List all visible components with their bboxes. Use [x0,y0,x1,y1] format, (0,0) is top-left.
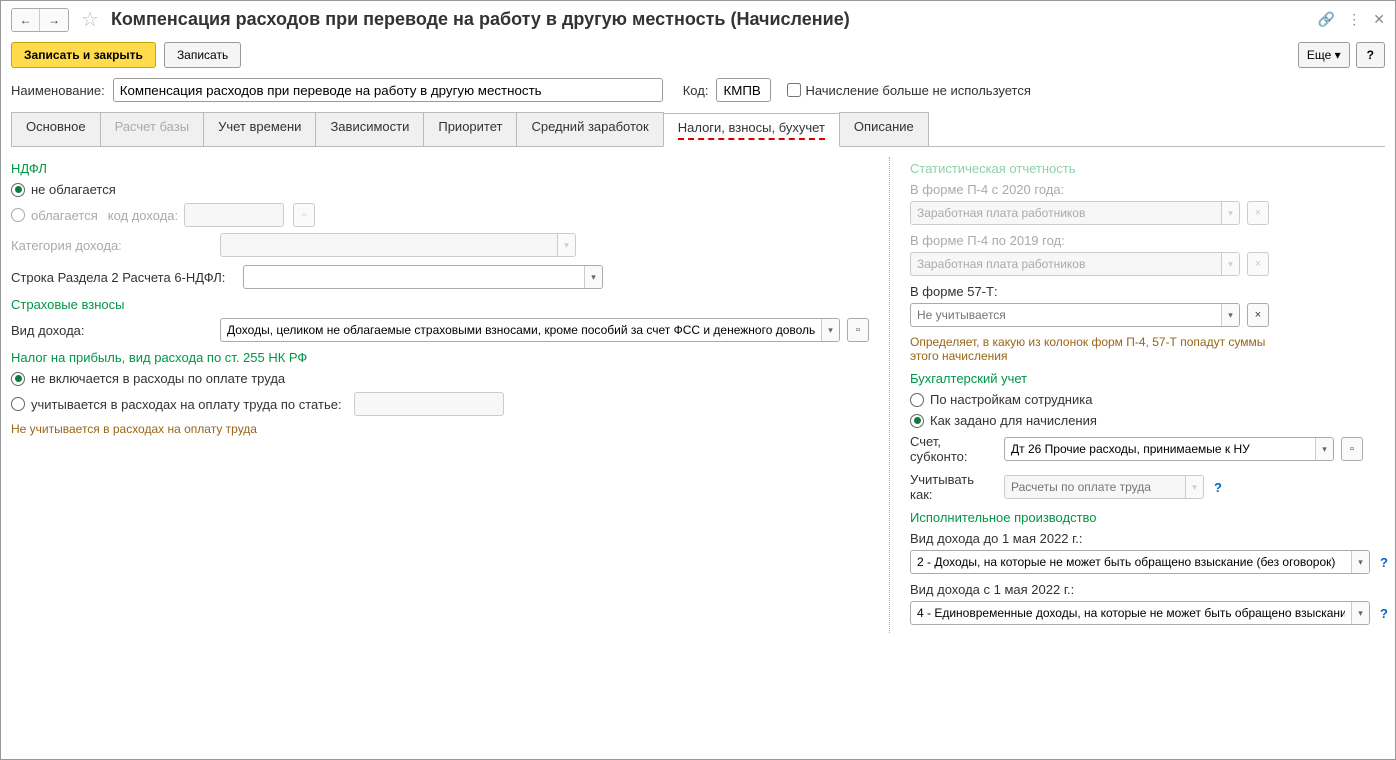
name-input[interactable] [113,78,663,102]
tab-main[interactable]: Основное [11,112,101,146]
row6-dropdown[interactable]: ▾ [584,266,602,288]
code-input[interactable] [716,78,771,102]
arrow-left-icon: ← [20,13,32,27]
tabs-bar: Основное Расчет базы Учет времени Зависи… [11,112,1385,147]
p4-2019-clear: × [1247,252,1269,276]
tab-description[interactable]: Описание [839,112,929,146]
account-label: Счет, субконто: [910,434,1000,464]
more-button[interactable]: Еще ▾ [1298,42,1350,68]
p4-2020-clear: × [1247,201,1269,225]
income-code-open: ▫ [293,203,315,227]
ndfl-taxed-radio[interactable] [11,208,25,222]
acc-by-accrual-radio[interactable] [910,414,924,428]
p4-2019-dropdown: ▾ [1221,253,1239,275]
tab-taxes[interactable]: Налоги, взносы, бухучет [663,113,840,147]
income-after-label: Вид дохода с 1 мая 2022 г.: [910,582,1388,597]
p4-2020-input [911,202,1221,224]
account-dropdown[interactable]: ▾ [1315,438,1333,460]
accounting-section-title: Бухгалтерский учет [910,371,1388,386]
p4-2019-input [911,253,1221,275]
ndfl-not-taxed-label: не облагается [31,182,116,197]
form57-input[interactable] [911,304,1221,326]
nav-back-button[interactable]: ← [12,9,40,31]
stats-section-title: Статистическая отчетность [910,161,1388,176]
profit-included-radio[interactable] [11,397,25,411]
link-icon[interactable]: 🔗 [1318,11,1335,28]
account-input[interactable] [1005,438,1315,460]
chevron-down-icon: ▾ [1335,48,1341,62]
not-used-label: Начисление больше не используется [805,83,1030,98]
ndfl-section-title: НДФЛ [11,161,869,176]
kebab-menu-icon[interactable]: ⋮ [1347,11,1361,28]
income-category-label: Категория дохода: [11,238,216,253]
tab-priority[interactable]: Приоритет [423,112,517,146]
account-as-dropdown: ▾ [1185,476,1203,498]
p4-2020-label: В форме П-4 с 2020 года: [910,182,1388,197]
tab-deps[interactable]: Зависимости [315,112,424,146]
profit-hint: Не учитывается в расходах на оплату труд… [11,422,869,436]
p4-2019-label: В форме П-4 по 2019 год: [910,233,1388,248]
tab-calc-base[interactable]: Расчет базы [100,112,205,146]
account-open[interactable]: ▫ [1341,437,1363,461]
form57-hint: Определяет, в какую из колонок форм П-4,… [910,335,1270,363]
arrow-right-icon: → [48,13,60,27]
not-used-checkbox[interactable] [787,83,801,97]
form57-label: В форме 57-Т: [910,284,1388,299]
exec-section-title: Исполнительное производство [910,510,1388,525]
income-after-help[interactable]: ? [1380,606,1388,621]
profit-included-label: учитывается в расходах на оплату труда п… [31,397,342,412]
income-type-input[interactable] [221,319,821,341]
income-before-dropdown[interactable]: ▾ [1351,551,1369,573]
account-as-label: Учитывать как: [910,472,1000,502]
account-as-help[interactable]: ? [1214,480,1222,495]
code-label: Код: [683,83,709,98]
favorite-star-icon[interactable]: ☆ [81,7,99,32]
form57-dropdown[interactable]: ▾ [1221,304,1239,326]
ndfl-not-taxed-radio[interactable] [11,183,25,197]
income-code-label: код дохода: [108,208,178,223]
income-before-label: Вид дохода до 1 мая 2022 г.: [910,531,1388,546]
insurance-section-title: Страховые взносы [11,297,869,312]
income-before-input[interactable] [911,551,1351,573]
income-type-dropdown[interactable]: ▾ [821,319,839,341]
tab-avg[interactable]: Средний заработок [516,112,663,146]
income-after-dropdown[interactable]: ▾ [1351,602,1369,624]
help-button[interactable]: ? [1356,42,1385,68]
account-as-input [1005,476,1185,498]
profit-article-input [355,393,504,415]
row6-input[interactable] [244,266,584,288]
p4-2020-dropdown: ▾ [1221,202,1239,224]
income-before-help[interactable]: ? [1380,555,1388,570]
nav-forward-button[interactable]: → [40,9,68,31]
income-after-input[interactable] [911,602,1351,624]
save-and-close-button[interactable]: Записать и закрыть [11,42,156,68]
profit-not-included-label: не включается в расходы по оплате труда [31,371,285,386]
income-type-label: Вид дохода: [11,323,216,338]
acc-by-employee-label: По настройкам сотрудника [930,392,1092,407]
close-icon[interactable]: ✕ [1373,11,1385,28]
income-type-open[interactable]: ▫ [847,318,869,342]
row6-label: Строка Раздела 2 Расчета 6-НДФЛ: [11,270,239,285]
income-category-dropdown: ▾ [557,234,575,256]
ndfl-taxed-label: облагается [31,208,98,223]
page-title: Компенсация расходов при переводе на раб… [111,9,850,30]
form57-clear[interactable]: × [1247,303,1269,327]
income-category-input [221,234,557,256]
name-label: Наименование: [11,83,105,98]
save-button[interactable]: Записать [164,42,241,68]
tab-time[interactable]: Учет времени [203,112,316,146]
acc-by-accrual-label: Как задано для начисления [930,413,1097,428]
profit-section-title: Налог на прибыль, вид расхода по ст. 255… [11,350,869,365]
income-code-input [185,204,284,226]
acc-by-employee-radio[interactable] [910,393,924,407]
profit-not-included-radio[interactable] [11,372,25,386]
